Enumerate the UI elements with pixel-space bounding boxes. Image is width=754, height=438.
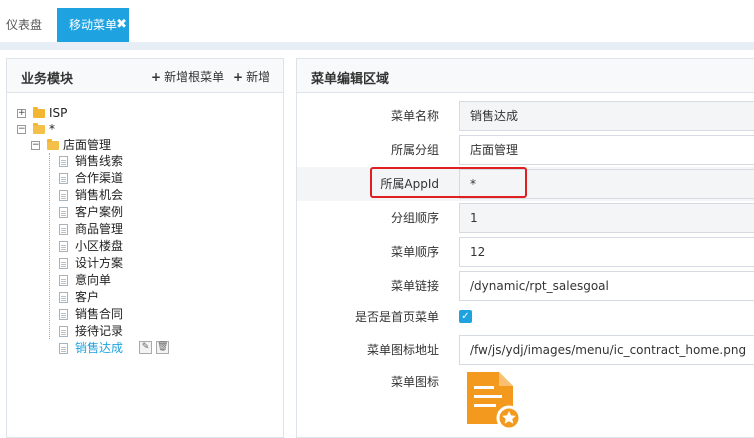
- document-icon: [59, 207, 68, 218]
- homepage-checkbox[interactable]: ✓: [459, 310, 472, 323]
- document-icon: [59, 275, 68, 286]
- tree-leaf-label: 客户: [75, 290, 100, 304]
- form-row-icon-url: 菜单图标地址 /fw/js/ydj/images/menu/ic_contrac…: [297, 333, 754, 367]
- tree-leaf-label: 销售机会: [75, 188, 124, 202]
- folder-open-icon: [33, 123, 45, 134]
- document-icon: [59, 156, 68, 167]
- expand-icon[interactable]: +: [17, 109, 26, 118]
- form-row-homepage: 是否是首页菜单 ✓: [297, 300, 754, 334]
- document-icon: [59, 224, 68, 235]
- document-icon: [59, 326, 68, 337]
- document-icon: [59, 190, 68, 201]
- delete-icon[interactable]: 🗑: [156, 341, 169, 354]
- form-row-menu-order: 菜单顺序 12: [297, 235, 754, 269]
- form-row-icon: 菜单图标: [297, 365, 754, 399]
- homepage-label: 是否是首页菜单: [354, 310, 439, 324]
- tab-mobile-menu[interactable]: 移动菜单 ✖: [57, 8, 129, 42]
- document-icon: [59, 173, 68, 184]
- icon-url-field[interactable]: /fw/js/ydj/images/menu/ic_contract_home.…: [459, 335, 754, 365]
- plus-icon: +: [151, 70, 162, 84]
- icon-url-label: 菜单图标地址: [366, 343, 439, 357]
- menu-edit-panel: 菜单编辑区域 菜单名称 销售达成 所属分组 店面管理 所属AppId * 分组顺…: [296, 58, 754, 438]
- document-icon: [59, 241, 68, 252]
- folder-open-icon: [47, 139, 59, 150]
- link-field[interactable]: /dynamic/rpt_salesgoal: [459, 271, 754, 301]
- add-menu-button[interactable]: + 新增: [233, 68, 270, 85]
- tree-leaf-label: 客户案例: [75, 205, 124, 219]
- tree-leaf-label: 设计方案: [75, 256, 124, 270]
- menu-name-field[interactable]: 销售达成: [459, 101, 754, 131]
- menu-order-label: 菜单顺序: [390, 245, 439, 259]
- edit-icon[interactable]: ✎: [139, 341, 152, 354]
- tree-node-label: ISP: [49, 106, 68, 120]
- menu-edit-header: 菜单编辑区域: [297, 59, 754, 93]
- group-order-label: 分组顺序: [390, 211, 439, 225]
- document-icon: [59, 309, 68, 320]
- document-icon: [59, 343, 68, 354]
- tree-leaf-label: 商品管理: [75, 222, 124, 236]
- add-menu-label: 新增: [246, 70, 271, 84]
- icon-label: 菜单图标: [390, 375, 439, 389]
- contract-home-icon: [467, 372, 521, 430]
- tab-bar: 仪表盘 移动菜单 ✖: [0, 0, 754, 42]
- plus-icon: +: [233, 70, 244, 84]
- group-label: 所属分组: [390, 143, 439, 157]
- tree-guide-line: [49, 153, 50, 339]
- add-root-menu-label: 新增根菜单: [164, 70, 225, 84]
- close-icon[interactable]: ✖: [116, 8, 127, 42]
- appid-highlight-box: [370, 167, 527, 198]
- collapse-icon[interactable]: −: [17, 125, 26, 134]
- business-module-panel: 业务模块 + 新增根菜单 + 新增 + ISP − * − 店面管理 销售线索 合作…: [6, 58, 284, 438]
- tree-leaf-label: 销售线索: [75, 154, 124, 168]
- tree-leaf-label: 接待记录: [75, 324, 124, 338]
- tab-dashboard[interactable]: 仪表盘: [0, 8, 52, 42]
- form-row-menu-name: 菜单名称 销售达成: [297, 99, 754, 133]
- tree-leaf-label: 小区楼盘: [75, 239, 124, 253]
- folder-icon: [33, 107, 45, 118]
- tree-node-label: 店面管理: [63, 138, 112, 152]
- tree-leaf-label: 意向单: [75, 273, 112, 287]
- panel-title: 业务模块: [21, 72, 74, 87]
- document-icon: [59, 258, 68, 269]
- panel-title: 菜单编辑区域: [311, 72, 390, 87]
- group-order-field[interactable]: 1: [459, 203, 754, 233]
- tab-mobile-menu-label: 移动菜单: [69, 18, 118, 32]
- form-row-link: 菜单链接 /dynamic/rpt_salesgoal: [297, 269, 754, 303]
- tree-leaf-label: 销售达成: [75, 341, 124, 355]
- document-icon: [59, 292, 68, 303]
- business-module-header: 业务模块 + 新增根菜单 + 新增: [7, 59, 283, 93]
- link-label: 菜单链接: [390, 279, 439, 293]
- form-row-group: 所属分组 店面管理: [297, 133, 754, 167]
- add-root-menu-button[interactable]: + 新增根菜单: [151, 68, 224, 85]
- tree-leaf-label: 销售合同: [75, 307, 124, 321]
- form-row-group-order: 分组顺序 1: [297, 201, 754, 235]
- group-field[interactable]: 店面管理: [459, 135, 754, 165]
- tree-leaf-label: 合作渠道: [75, 171, 124, 185]
- tree-node-label: *: [49, 122, 55, 136]
- tab-strip: [0, 42, 754, 50]
- collapse-icon[interactable]: −: [31, 141, 40, 150]
- menu-name-label: 菜单名称: [390, 109, 439, 123]
- menu-order-field[interactable]: 12: [459, 237, 754, 267]
